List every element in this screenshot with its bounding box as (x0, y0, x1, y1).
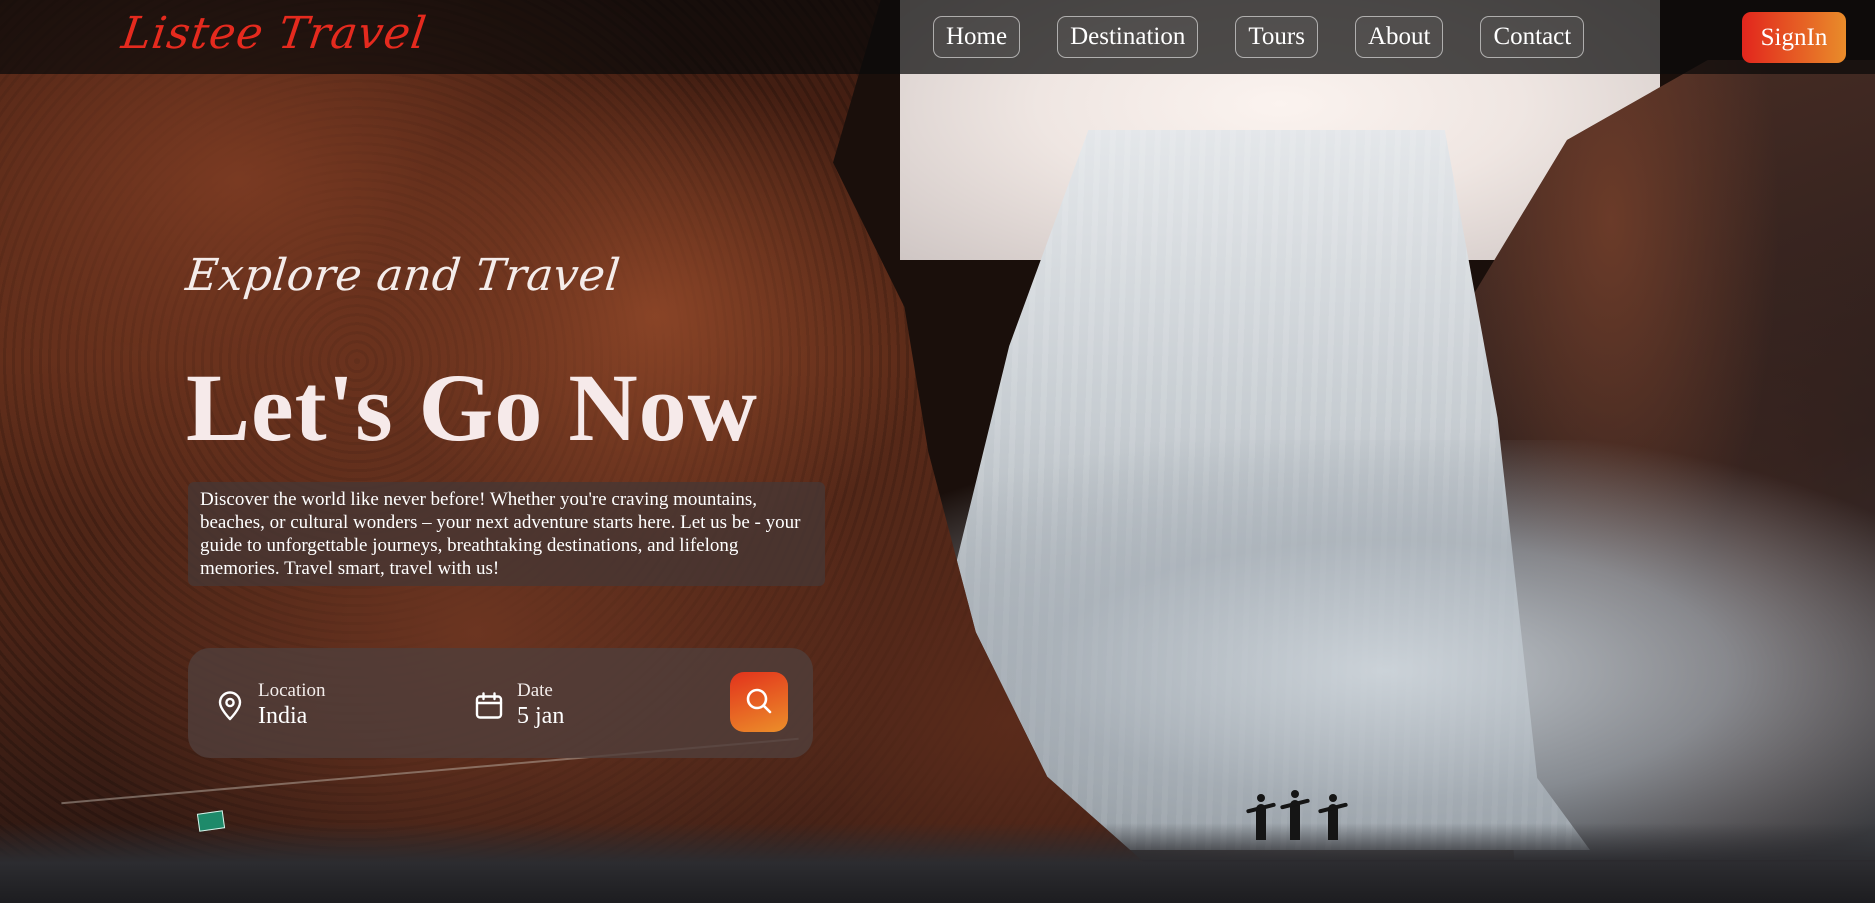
site-logo[interactable]: Listee Travel (118, 8, 429, 59)
person-silhouette (1256, 794, 1266, 840)
date-value[interactable]: 5 jan (517, 702, 564, 730)
search-button[interactable] (730, 672, 788, 732)
person-silhouette (1290, 790, 1300, 840)
nav-contact[interactable]: Contact (1480, 16, 1585, 58)
top-navbar: Listee Travel Home Destination Tours Abo… (0, 0, 1875, 74)
hero-tagline: Explore and Travel (183, 250, 623, 301)
nav-about[interactable]: About (1354, 16, 1444, 58)
person-silhouette (1328, 794, 1338, 840)
hero-description: Discover the world like never before! Wh… (188, 482, 825, 586)
nav-menu: Home Destination Tours About Contact (933, 16, 1585, 58)
nav-destination[interactable]: Destination (1057, 16, 1199, 58)
search-icon (744, 686, 774, 719)
date-field-text: Date 5 jan (517, 680, 564, 730)
location-field-text: Location India (258, 680, 326, 730)
nav-tours[interactable]: Tours (1235, 16, 1318, 58)
location-label: Location (258, 680, 326, 701)
search-panel: Location India Date 5 jan (188, 648, 813, 758)
trail-sign (196, 810, 226, 832)
nav-home[interactable]: Home (933, 16, 1021, 58)
ground (0, 823, 1875, 903)
location-pin-icon (214, 690, 246, 722)
people-silhouettes (1248, 790, 1358, 840)
signin-button[interactable]: SignIn (1742, 12, 1846, 63)
calendar-icon (473, 690, 505, 722)
date-label: Date (517, 680, 553, 701)
hero-headline: Let's Go Now (186, 354, 758, 461)
location-value[interactable]: India (258, 702, 326, 730)
